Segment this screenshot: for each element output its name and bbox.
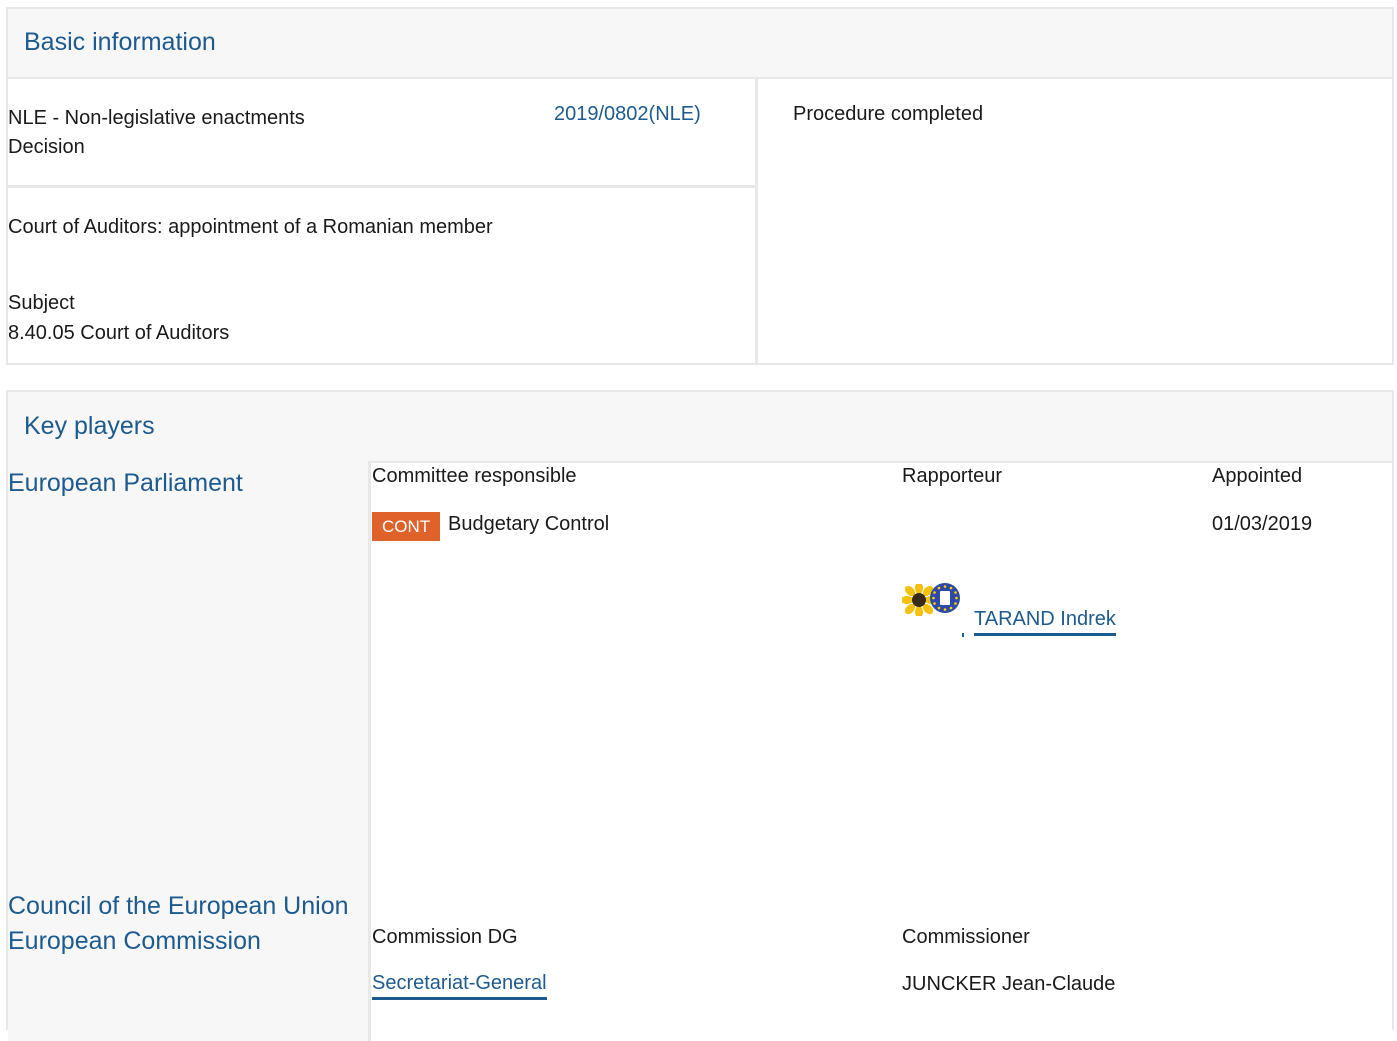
committee-name: Budgetary Control [448, 513, 610, 535]
procedure-status: Procedure completed [793, 103, 984, 125]
european-parliament-link[interactable]: European Parliament [8, 466, 243, 500]
committee-code-badge[interactable]: CONT [372, 512, 441, 541]
european-commission-link[interactable]: European Commission [8, 924, 261, 958]
appointed-date: 01/03/2019 [1212, 513, 1313, 535]
commission-dg-header: Commission DG [372, 926, 518, 948]
procedure-reference-link[interactable]: 2019/0802(NLE) [554, 100, 701, 129]
efa-group-icon [929, 582, 961, 614]
key-players-header: Key players [8, 392, 1392, 463]
rapporteur-link-marker [962, 633, 964, 637]
basic-information-header: Basic information [8, 9, 1392, 79]
basic-information-panel: Basic information NLE - Non-legislative … [6, 7, 1394, 365]
commissioner-header: Commissioner [902, 926, 1030, 948]
institution-column-divider [368, 461, 371, 1041]
subject-label: Subject [8, 292, 75, 314]
basic-info-divider [755, 77, 758, 365]
dg-secretariat-general-link[interactable]: Secretariat-General [372, 970, 547, 1000]
key-players-panel: Key players European Parliament Committe… [6, 390, 1394, 1041]
procedure-title: Court of Auditors: appointment of a Roma… [8, 216, 493, 238]
committee-responsible-header: Committee responsible [372, 465, 577, 487]
basic-info-left-divider [8, 185, 755, 188]
procedure-subtype: Decision [8, 136, 85, 158]
rapporteur-name-link[interactable]: TARAND Indrek [974, 606, 1116, 636]
procedure-type: NLE - Non-legislative enactments [8, 107, 305, 129]
subject-value: 8.40.05 Court of Auditors [8, 322, 230, 344]
basic-information-title: Basic information [24, 28, 216, 56]
council-link[interactable]: Council of the European Union [8, 889, 349, 923]
appointed-header: Appointed [1212, 465, 1303, 487]
key-players-title: Key players [24, 412, 155, 440]
rapporteur-header: Rapporteur [902, 465, 1003, 487]
commissioner-name: JUNCKER Jean-Claude [902, 973, 1116, 995]
